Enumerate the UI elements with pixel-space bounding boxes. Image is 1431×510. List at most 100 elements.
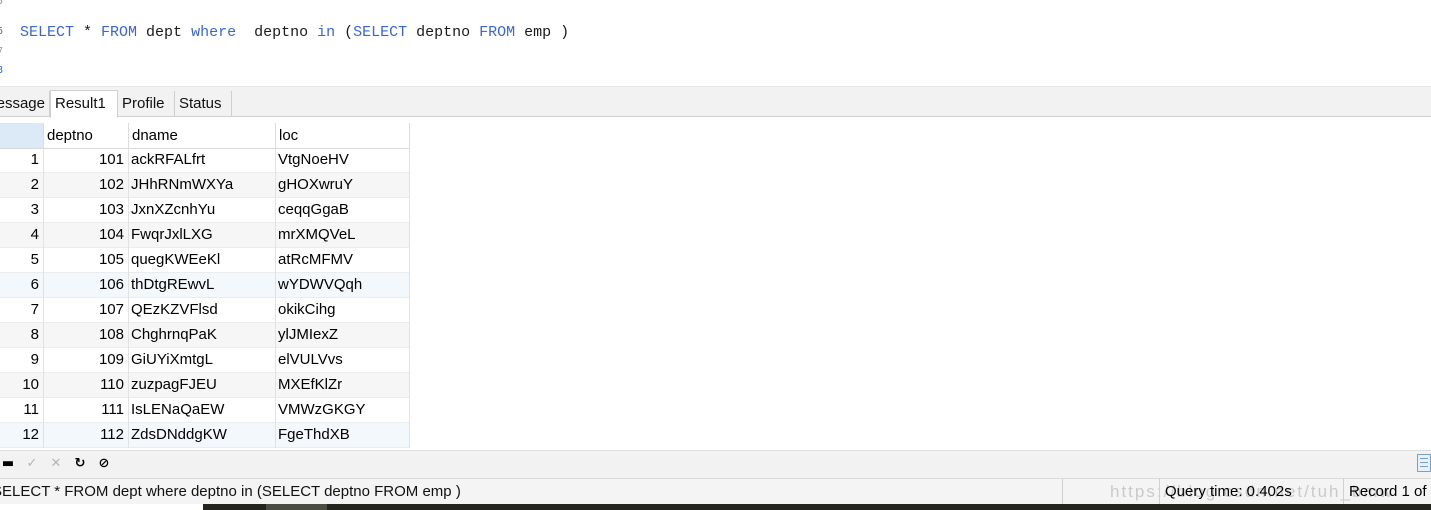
row-number-cell[interactable]: 3: [0, 198, 44, 223]
row-number-cell[interactable]: 4: [0, 223, 44, 248]
tab-message[interactable]: Message: [0, 91, 50, 117]
table-row[interactable]: 12 112 ZdsDNddgKW FgeThdXB: [0, 423, 410, 448]
column-header-dname[interactable]: dname: [129, 123, 276, 148]
grid-view-icon[interactable]: [1417, 454, 1431, 472]
grid-header: deptno dname loc: [0, 123, 410, 149]
row-number-cell[interactable]: 12: [0, 423, 44, 448]
result-grid[interactable]: deptno dname loc 1 101 ackRFALfrt VtgNoeHV 2…: [0, 118, 1431, 450]
cell-deptno[interactable]: 107: [44, 298, 129, 323]
cell-deptno[interactable]: 112: [44, 423, 129, 448]
table-row[interactable]: 11 111 IsLENaQaEW VMWzGKGY: [0, 398, 410, 423]
row-number-cell[interactable]: 2: [0, 173, 44, 198]
table-row[interactable]: 9 109 GiUYiXmtgL elVULVvs: [0, 348, 410, 373]
sql-text: dept: [137, 24, 192, 41]
row-number-cell[interactable]: 5: [0, 248, 44, 273]
grid-toolbar: ▬ ✓ ✕ ↻ ⊘: [0, 450, 1431, 478]
cell-loc[interactable]: ceqqGgaB: [276, 198, 410, 223]
sql-keyword: FROM: [479, 24, 516, 41]
cell-loc[interactable]: VMWzGKGY: [276, 398, 410, 423]
sql-keyword: where: [191, 24, 237, 41]
cell-loc[interactable]: elVULVvs: [276, 348, 410, 373]
row-number-cell[interactable]: 1: [0, 148, 44, 173]
cell-dname[interactable]: quegKWEeKl: [129, 248, 276, 273]
cell-deptno[interactable]: 103: [44, 198, 129, 223]
taskbar-dark: [203, 504, 1431, 510]
status-sql-text: SELECT * FROM dept where deptno in (SELE…: [0, 483, 461, 500]
sql-keyword: FROM: [101, 24, 138, 41]
cell-dname[interactable]: JHhRNmWXYa: [129, 173, 276, 198]
column-header-loc[interactable]: loc: [276, 123, 410, 148]
x-icon[interactable]: ✕: [48, 456, 64, 472]
sql-keyword: SELECT: [353, 24, 408, 41]
cell-dname[interactable]: JxnXZcnhYu: [129, 198, 276, 223]
check-icon[interactable]: ✓: [24, 456, 40, 472]
cell-deptno[interactable]: 104: [44, 223, 129, 248]
line-number: 6: [0, 26, 4, 37]
minus-icon[interactable]: ▬: [0, 456, 16, 472]
sql-text: deptno: [236, 24, 318, 41]
cell-deptno[interactable]: 106: [44, 273, 129, 298]
cell-deptno[interactable]: 111: [44, 398, 129, 423]
taskbar-strip: [0, 504, 1431, 510]
sql-keyword: SELECT: [20, 24, 75, 41]
table-row[interactable]: 4 104 FwqrJxlLXG mrXMQVeL: [0, 223, 410, 248]
row-number-cell[interactable]: 7: [0, 298, 44, 323]
cell-deptno[interactable]: 102: [44, 173, 129, 198]
stop-icon[interactable]: ⊘: [96, 456, 112, 472]
cell-dname[interactable]: IsLENaQaEW: [129, 398, 276, 423]
table-row[interactable]: 8 108 ChghrnqPaK ylJMIexZ: [0, 323, 410, 348]
result-tab-strip: Message Result1 Profile Status: [0, 86, 1431, 118]
status-divider: [1062, 479, 1063, 505]
cell-loc[interactable]: MXEfKlZr: [276, 373, 410, 398]
table-row[interactable]: 5 105 quegKWEeKl atRcMFMV: [0, 248, 410, 273]
row-number-cell[interactable]: 11: [0, 398, 44, 423]
refresh-icon[interactable]: ↻: [72, 456, 88, 472]
cell-dname[interactable]: ackRFALfrt: [129, 148, 276, 173]
sql-query-line[interactable]: SELECT * FROM dept where deptno in (SELE…: [20, 24, 569, 41]
table-row[interactable]: 10 110 zuzpagFJEU MXEfKlZr: [0, 373, 410, 398]
taskbar-highlight: [266, 504, 327, 510]
tab-profile[interactable]: Profile: [118, 91, 175, 117]
cell-dname[interactable]: zuzpagFJEU: [129, 373, 276, 398]
row-number-cell[interactable]: 10: [0, 373, 44, 398]
cell-loc[interactable]: ylJMIexZ: [276, 323, 410, 348]
cell-deptno[interactable]: 105: [44, 248, 129, 273]
line-number: 7: [0, 46, 4, 57]
sql-text: emp ): [515, 24, 570, 41]
cell-deptno[interactable]: 101: [44, 148, 129, 173]
table-row[interactable]: 7 107 QEzKZVFlsd okikCihg: [0, 298, 410, 323]
cell-loc[interactable]: wYDWVQqh: [276, 273, 410, 298]
cell-dname[interactable]: FwqrJxlLXG: [129, 223, 276, 248]
sql-text: deptno: [407, 24, 480, 41]
cell-dname[interactable]: thDtgREwvL: [129, 273, 276, 298]
row-number-cell[interactable]: 9: [0, 348, 44, 373]
sql-editor[interactable]: 5 6 7 8 SELECT * FROM dept where deptno …: [0, 0, 1431, 86]
table-row[interactable]: 1 101 ackRFALfrt VtgNoeHV: [0, 148, 410, 173]
cell-deptno[interactable]: 109: [44, 348, 129, 373]
table-row[interactable]: 2 102 JHhRNmWXYa gHOXwruY: [0, 173, 410, 198]
cell-loc[interactable]: FgeThdXB: [276, 423, 410, 448]
tab-status[interactable]: Status: [175, 91, 232, 117]
sql-text: *: [74, 24, 102, 41]
table-row[interactable]: 3 103 JxnXZcnhYu ceqqGgaB: [0, 198, 410, 223]
cell-loc[interactable]: mrXMQVeL: [276, 223, 410, 248]
cell-loc[interactable]: okikCihg: [276, 298, 410, 323]
cell-loc[interactable]: VtgNoeHV: [276, 148, 410, 173]
cell-dname[interactable]: ZdsDNddgKW: [129, 423, 276, 448]
cell-deptno[interactable]: 108: [44, 323, 129, 348]
cell-dname[interactable]: ChghrnqPaK: [129, 323, 276, 348]
column-header-deptno[interactable]: deptno: [44, 123, 129, 148]
cell-loc[interactable]: atRcMFMV: [276, 248, 410, 273]
status-divider: [1159, 479, 1160, 505]
cell-dname[interactable]: GiUYiXmtgL: [129, 348, 276, 373]
row-number-cell[interactable]: 8: [0, 323, 44, 348]
cell-loc[interactable]: gHOXwruY: [276, 173, 410, 198]
tab-result1[interactable]: Result1: [50, 90, 118, 118]
row-number-header[interactable]: [0, 123, 44, 148]
table-row[interactable]: 6 106 thDtgREwvL wYDWVQqh: [0, 273, 410, 298]
cell-dname[interactable]: QEzKZVFlsd: [129, 298, 276, 323]
status-query-time: Query time: 0.402s: [1165, 483, 1292, 500]
row-number-cell[interactable]: 6: [0, 273, 44, 298]
status-bar: SELECT * FROM dept where deptno in (SELE…: [0, 478, 1431, 505]
cell-deptno[interactable]: 110: [44, 373, 129, 398]
